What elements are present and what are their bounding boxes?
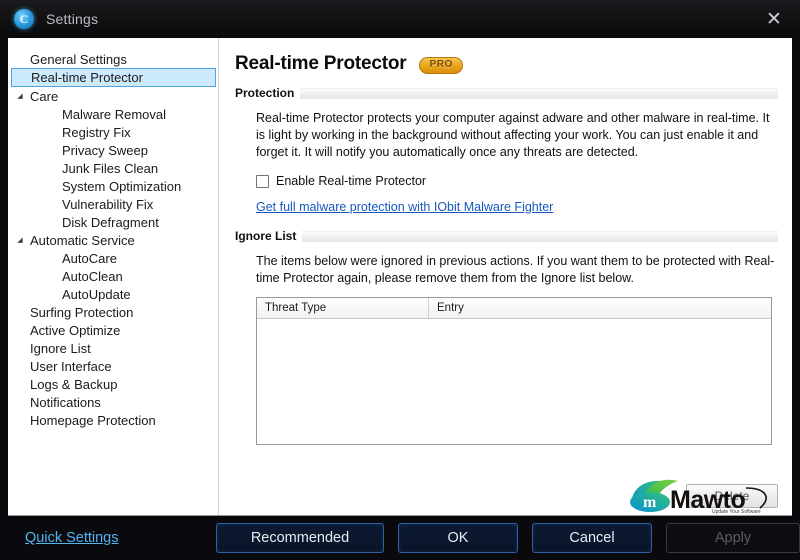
title-bar: C Settings ✕ [0,0,800,38]
sidebar-item-registry-fix[interactable]: ◢Registry Fix [8,123,218,141]
sidebar-item-disk-defragment[interactable]: ◢Disk Defragment [8,213,218,231]
enable-realtime-protector-label: Enable Real-time Protector [276,174,427,188]
sidebar-item-active-optimize[interactable]: ◢Active Optimize [8,321,218,339]
sidebar-item-junk-files-clean[interactable]: ◢Junk Files Clean [8,159,218,177]
sidebar-item-label: General Settings [30,51,127,67]
ignore-list-group-header: Ignore List [235,229,778,243]
enable-realtime-protector-checkbox[interactable] [256,174,269,188]
sidebar-item-label: AutoClean [62,268,123,284]
protection-group: Protection Real-time Protector protects … [235,86,778,216]
expand-arrow-icon[interactable]: ◢ [14,93,26,100]
sidebar-item-real-time-protector[interactable]: ◢Real-time Protector [11,68,216,87]
sidebar-item-label: Surfing Protection [30,304,134,320]
sidebar-item-surfing-protection[interactable]: ◢Surfing Protection [8,303,218,321]
sidebar-nav[interactable]: ◢General Settings◢Real-time Protector◢Ca… [8,38,219,516]
sidebar-item-autoclean[interactable]: ◢AutoClean [8,267,218,285]
app-logo-icon: C [14,9,34,29]
sidebar-item-system-optimization[interactable]: ◢System Optimization [8,177,218,195]
column-header-entry[interactable]: Entry [429,298,771,318]
sidebar-item-autoupdate[interactable]: ◢AutoUpdate [8,285,218,303]
sidebar-item-label: Registry Fix [62,124,131,140]
sidebar-item-ignore-list[interactable]: ◢Ignore List [8,339,218,357]
page-title: Real-time Protector [235,53,407,74]
sidebar-item-notifications[interactable]: ◢Notifications [8,393,218,411]
ignore-list-group-body: The items below were ignored in previous… [235,243,778,445]
sidebar-item-logs-backup[interactable]: ◢Logs & Backup [8,375,218,393]
sidebar-item-homepage-protection[interactable]: ◢Homepage Protection [8,411,218,429]
cancel-button[interactable]: Cancel [532,523,652,553]
svg-text:Update Your Software: Update Your Software [712,509,761,514]
footer-button-row: Recommended OK Cancel Apply [216,523,800,553]
protection-group-title: Protection [235,86,295,100]
close-icon[interactable]: ✕ [748,0,800,38]
protection-group-header: Protection [235,86,778,100]
window-title: Settings [46,11,99,27]
sidebar-item-malware-removal[interactable]: ◢Malware Removal [8,105,218,123]
protection-group-body: Real-time Protector protects your comput… [235,100,778,216]
content-area: ◢General Settings◢Real-time Protector◢Ca… [8,38,792,516]
sidebar-item-label: Logs & Backup [30,376,118,392]
quick-settings-link[interactable]: Quick Settings [25,530,119,546]
sidebar-item-automatic-service[interactable]: ◢ Automatic Service [8,231,218,249]
sidebar-item-label: Real-time Protector [31,70,143,85]
protection-description: Real-time Protector protects your comput… [256,111,770,159]
sidebar-item-label: User Interface [30,358,112,374]
page-header: Real-time Protector PRO [235,38,778,82]
ignore-list-group: Ignore List The items below were ignored… [235,229,778,445]
sidebar-item-label: Junk Files Clean [62,160,159,176]
pro-badge: PRO [419,57,463,74]
footer-bar: Quick Settings Recommended OK Cancel Apply [0,516,800,560]
ignore-list-group-title: Ignore List [235,229,297,243]
sidebar-item-label: System Optimization [62,178,182,194]
sidebar-item-privacy-sweep[interactable]: ◢Privacy Sweep [8,141,218,159]
sidebar-item-autocare[interactable]: ◢AutoCare [8,249,218,267]
ok-button[interactable]: OK [398,523,518,553]
sidebar-item-label: Ignore List [30,340,91,356]
ignore-list-description: The items below were ignored in previous… [256,254,775,285]
delete-button[interactable]: Delete [686,484,778,508]
sidebar-item-label: Disk Defragment [62,214,159,230]
sidebar-item-label: Malware Removal [62,106,167,122]
sidebar-item-label: Privacy Sweep [62,142,148,158]
sidebar-item-care[interactable]: ◢ Care [8,87,218,105]
sidebar-item-label: Notifications [30,394,101,410]
table-body [257,319,771,444]
sidebar-item-label: Active Optimize [30,322,121,338]
delete-button-wrap: Delete [686,484,778,508]
sidebar-item-user-interface[interactable]: ◢User Interface [8,357,218,375]
sidebar-item-label: Automatic Service [30,232,135,248]
enable-realtime-protector-row[interactable]: Enable Real-time Protector [256,174,778,188]
main-panel: Real-time Protector PRO Protection Real-… [219,38,792,516]
sidebar-item-vulnerability-fix[interactable]: ◢Vulnerability Fix [8,195,218,213]
sidebar-item-general-settings[interactable]: ◢General Settings [8,50,218,68]
sidebar-item-label: Care [30,88,59,104]
svg-text:m: m [643,494,657,511]
apply-button: Apply [666,523,800,553]
sidebar-item-label: AutoUpdate [62,286,131,302]
sidebar-item-label: AutoCare [62,250,117,266]
expand-arrow-icon[interactable]: ◢ [14,237,26,244]
group-divider [302,230,778,242]
ignore-list-table[interactable]: Threat Type Entry [256,297,772,445]
group-divider [300,87,778,99]
malware-fighter-link[interactable]: Get full malware protection with IObit M… [256,200,553,214]
sidebar-item-label: Vulnerability Fix [62,196,154,212]
settings-window: C Settings ✕ ◢General Settings◢Real-time… [0,0,800,560]
column-header-threat-type[interactable]: Threat Type [257,298,429,318]
sidebar-item-label: Homepage Protection [30,412,156,428]
recommended-button[interactable]: Recommended [216,523,384,553]
table-header-row: Threat Type Entry [257,298,771,319]
